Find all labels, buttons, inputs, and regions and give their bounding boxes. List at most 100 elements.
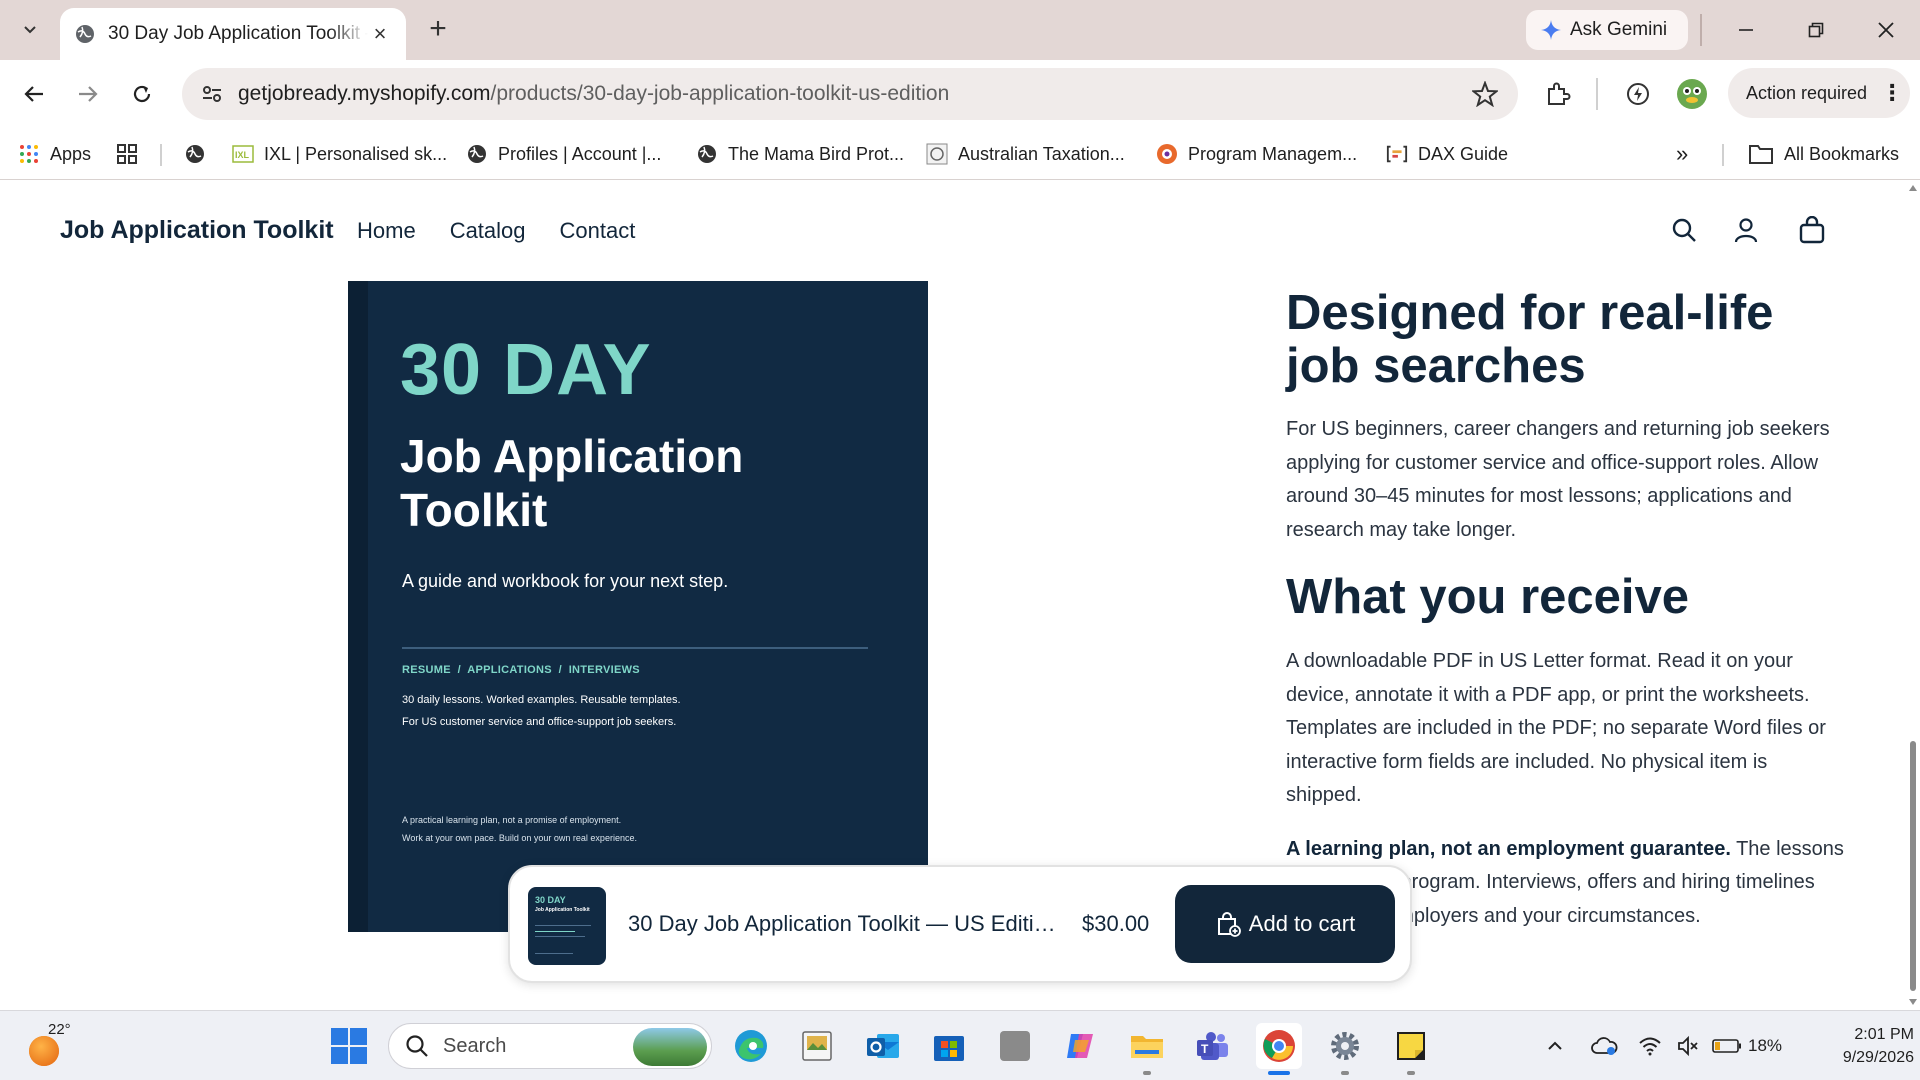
cover-title: Job Application Toolkit	[400, 430, 744, 536]
taskbar-outlook[interactable]	[860, 1023, 906, 1069]
sticky-product-name: 30 Day Job Application Toolkit — US Edit…	[628, 911, 1058, 937]
bookmark-label: Program Managem...	[1188, 143, 1358, 164]
nav-catalog[interactable]: Catalog	[450, 218, 526, 244]
all-bookmarks-button[interactable]: All Bookmarks	[1748, 138, 1899, 170]
taskbar-copilot[interactable]	[1058, 1023, 1104, 1069]
windows-taskbar: 22° Search T 18% 2:01 PM 9/29/2026	[0, 1010, 1920, 1080]
puzzle-icon	[1548, 82, 1571, 105]
tab-groups-button[interactable]	[116, 138, 138, 170]
minimize-button[interactable]	[1728, 12, 1764, 48]
tray-onedrive[interactable]	[1590, 1011, 1618, 1080]
speedometer-icon	[1627, 83, 1649, 105]
taskbar-store[interactable]	[926, 1023, 972, 1069]
divider	[1596, 78, 1598, 110]
store-logo[interactable]: Job Application Toolkit	[60, 216, 334, 245]
bookmark-star-icon[interactable]	[1472, 81, 1498, 107]
close-icon	[1878, 22, 1894, 38]
address-bar[interactable]: getjobready.myshopify.com/products/30-da…	[182, 68, 1518, 120]
battery-percent: 18%	[1748, 1036, 1783, 1055]
bookmark-ato[interactable]: Australian Taxation...	[926, 138, 1125, 170]
more-bookmarks-button[interactable]: »	[1676, 138, 1688, 170]
taskbar-image-viewer[interactable]	[794, 1023, 840, 1069]
new-tab-button[interactable]: +	[422, 14, 454, 46]
scroll-thumb[interactable]	[1910, 741, 1916, 991]
bookmark-globe[interactable]	[184, 138, 206, 170]
tab-groups-icon	[117, 144, 137, 164]
chrome-icon	[1263, 1030, 1295, 1062]
profile-avatar-button[interactable]	[1674, 76, 1710, 112]
cover-note-1: A practical learning plan, not a promise…	[402, 815, 622, 825]
account-button[interactable]	[1730, 214, 1762, 246]
kebab-menu-icon[interactable]: ⋮	[1881, 82, 1903, 104]
taskbar-teams[interactable]: T	[1190, 1023, 1236, 1069]
cover-tags: RESUME / APPLICATIONS / INTERVIEWS	[402, 664, 640, 676]
teams-icon: T	[1197, 1032, 1228, 1060]
nav-home[interactable]: Home	[357, 218, 416, 244]
sticky-price: $30.00	[1082, 911, 1150, 936]
action-required-button[interactable]: Action required ⋮	[1728, 68, 1910, 118]
bookmark-label: The Mama Bird Prot...	[728, 143, 905, 164]
taskbar-sticky-notes[interactable]	[1388, 1023, 1434, 1075]
bookmark-profiles[interactable]: Profiles | Account |...	[466, 138, 661, 170]
scroll-down-arrow[interactable]	[1909, 999, 1917, 1005]
bookmark-apps[interactable]: Apps	[18, 138, 91, 170]
bookmark-program-management[interactable]: Program Managem...	[1156, 138, 1357, 170]
taskbar-clock[interactable]: 2:01 PM 9/29/2026	[1806, 1023, 1914, 1069]
windows-start-icon[interactable]	[330, 1027, 368, 1065]
search-button[interactable]	[1668, 214, 1700, 246]
restore-icon	[1808, 22, 1824, 38]
taskbar-chrome[interactable]	[1256, 1023, 1302, 1075]
svg-text:T: T	[1201, 1042, 1209, 1056]
sticky-notes-icon	[1397, 1032, 1425, 1060]
search-icon	[1672, 218, 1696, 242]
gear-icon	[1331, 1032, 1359, 1060]
scroll-up-arrow[interactable]	[1909, 185, 1917, 191]
taskbar-search-box[interactable]: Search	[388, 1023, 712, 1069]
back-button[interactable]	[16, 76, 52, 112]
close-tab-icon[interactable]: ×	[368, 21, 392, 46]
forward-button[interactable]	[70, 76, 106, 112]
page-viewport: Job Application Toolkit Home Catalog Con…	[0, 181, 1906, 1009]
shopping-bag-icon	[1799, 216, 1825, 244]
running-indicator	[1143, 1071, 1151, 1075]
close-window-button[interactable]	[1868, 12, 1904, 48]
cover-spine	[348, 281, 368, 932]
tray-overflow[interactable]	[1546, 1011, 1564, 1080]
globe-icon	[186, 145, 204, 163]
active-tab[interactable]: 30 Day Job Application Toolkit – US Edit…	[60, 8, 406, 60]
page-scrollbar[interactable]	[1906, 181, 1920, 1009]
product-cover-image[interactable]: 30 DAY Job Application Toolkit A guide a…	[348, 281, 928, 932]
speaker-muted-icon	[1678, 1035, 1698, 1057]
performance-button[interactable]	[1620, 76, 1656, 112]
bookmark-label: Australian Taxation...	[958, 143, 1125, 164]
site-info-icon[interactable]	[200, 82, 224, 106]
bookmark-mama-bird[interactable]: The Mama Bird Prot...	[696, 138, 904, 170]
taskbar-file-explorer[interactable]	[1124, 1023, 1170, 1075]
ask-gemini-button[interactable]: Ask Gemini	[1526, 10, 1688, 50]
dax-icon	[1386, 143, 1408, 165]
taskbar-app-gray[interactable]	[992, 1023, 1038, 1069]
reload-button[interactable]	[124, 76, 160, 112]
bookmark-ixl[interactable]: IXL IXL | Personalised sk...	[232, 138, 447, 170]
cart-button[interactable]	[1796, 214, 1828, 246]
heading-what-you-receive: What you receive	[1286, 570, 1690, 624]
svg-text:IXL: IXL	[235, 150, 250, 160]
thumb-big-text: 30 DAY	[535, 895, 566, 905]
tray-volume[interactable]	[1676, 1011, 1700, 1080]
search-highlight-image	[633, 1028, 707, 1066]
taskbar-edge[interactable]	[728, 1023, 774, 1069]
bookmark-dax-guide[interactable]: DAX Guide	[1386, 138, 1508, 170]
sticky-product-name-text: 30 Day Job Application Toolkit — US Edit…	[628, 911, 1058, 936]
tray-battery[interactable]: 18%	[1712, 1011, 1782, 1080]
cloud-icon	[1591, 1037, 1618, 1055]
nav-contact[interactable]: Contact	[560, 218, 636, 244]
add-to-cart-button[interactable]: Add to cart	[1175, 885, 1395, 963]
taskbar-settings[interactable]	[1322, 1023, 1368, 1075]
restore-button[interactable]	[1798, 12, 1834, 48]
thumb-line	[535, 953, 573, 954]
tray-wifi[interactable]	[1638, 1011, 1662, 1080]
tab-search-dropdown[interactable]	[14, 14, 46, 46]
search-icon	[406, 1035, 428, 1057]
globe-icon	[696, 143, 718, 165]
extensions-button[interactable]	[1540, 76, 1576, 112]
